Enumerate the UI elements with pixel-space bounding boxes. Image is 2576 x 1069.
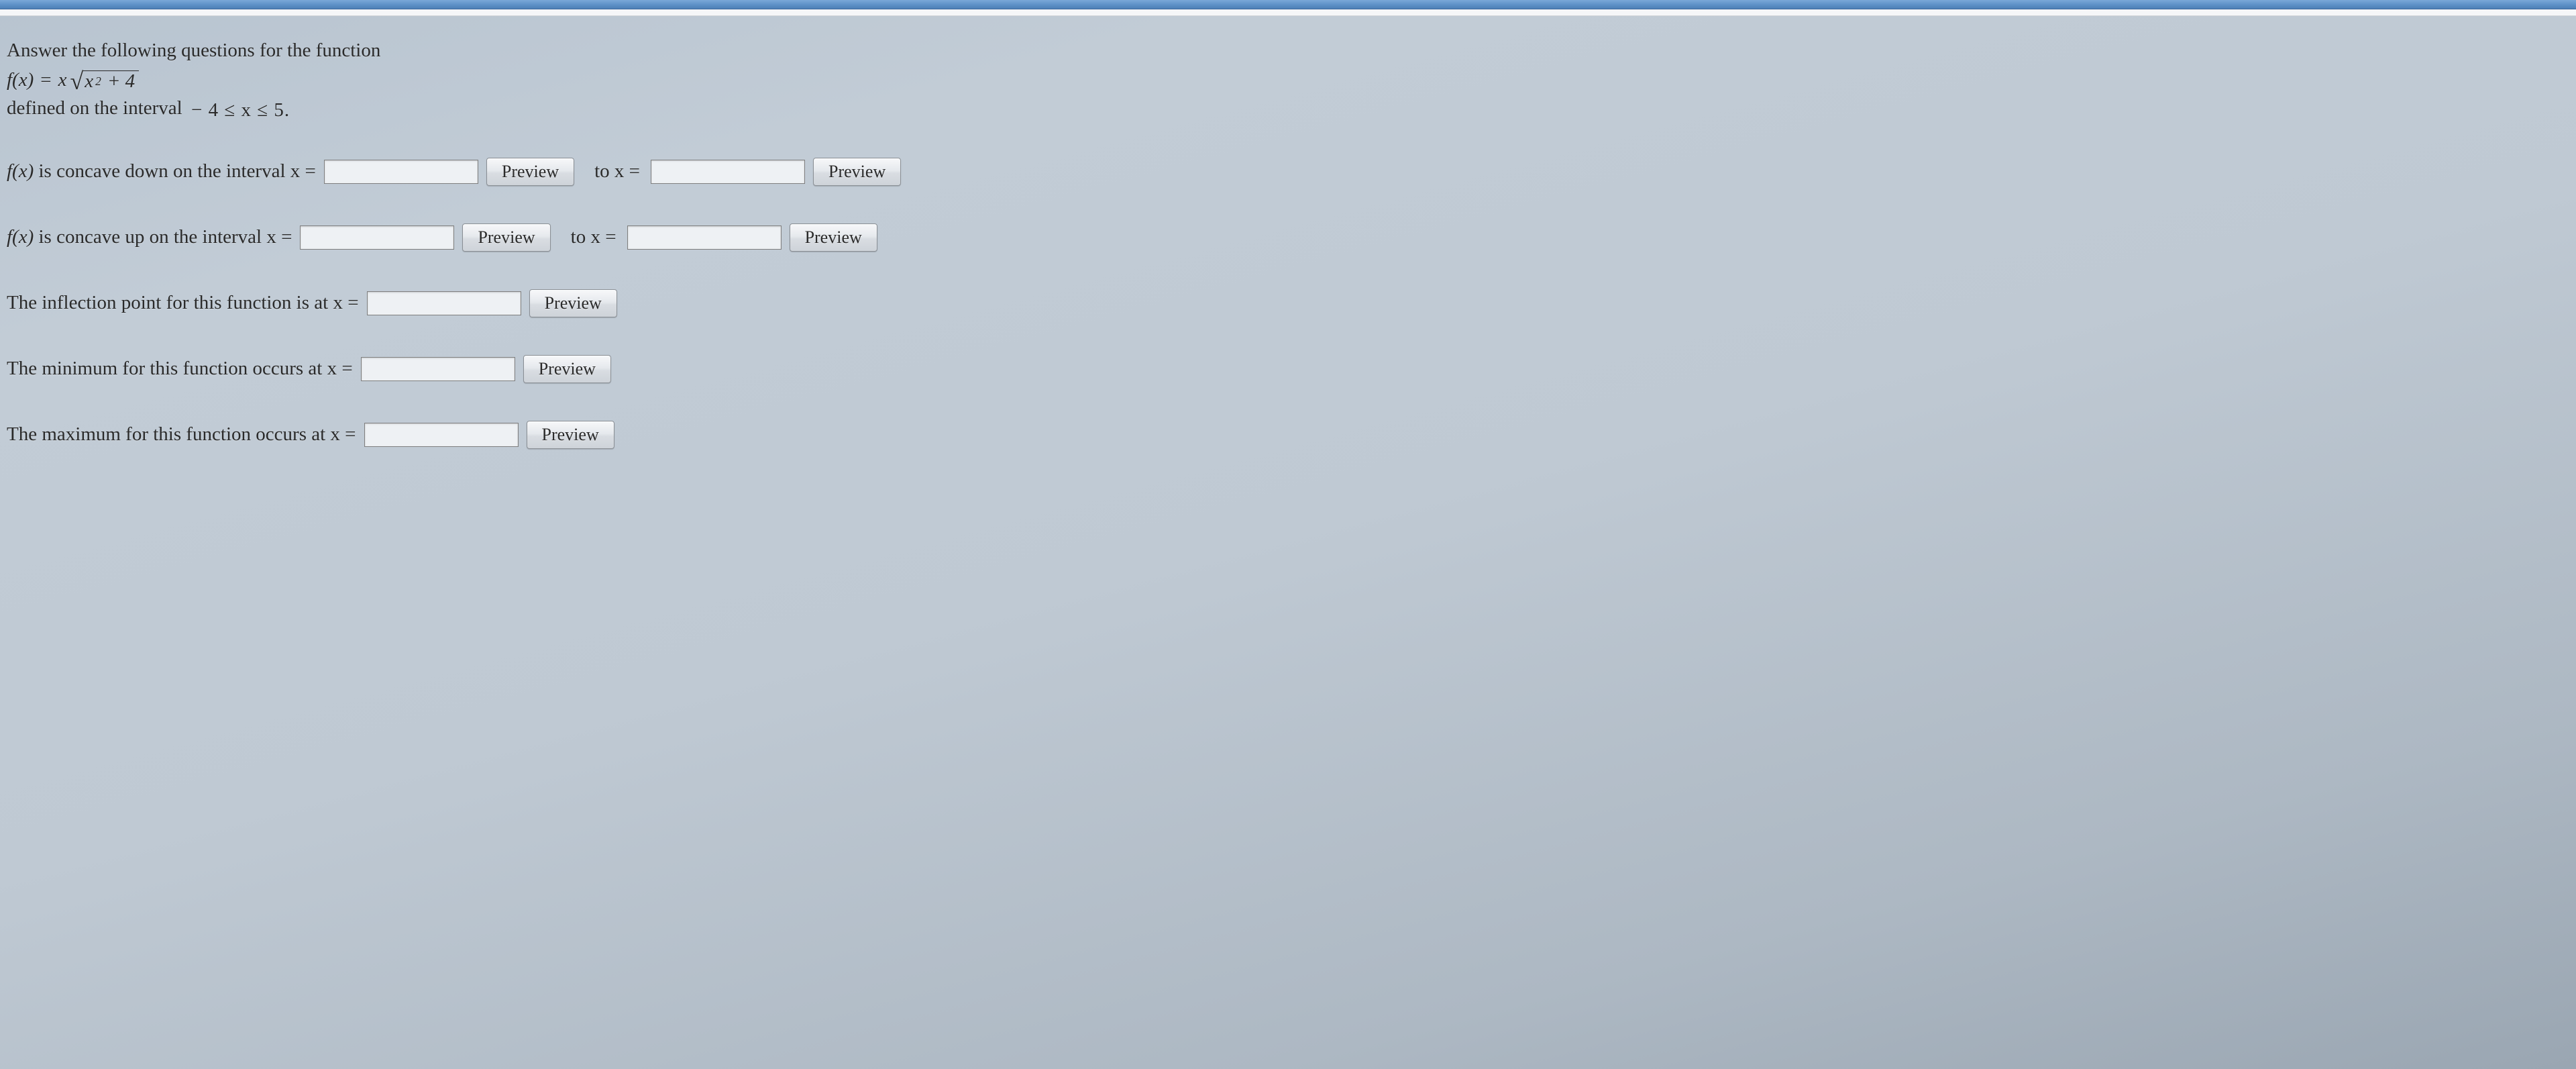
fx-label: f(x) [7,226,39,248]
maximum-label: The maximum for this function occurs at … [7,423,356,446]
preview-button[interactable]: Preview [813,158,901,186]
row-concave-down: f(x) is concave down on the interval x =… [7,158,2569,186]
row-concave-down-label: f(x) is concave down on the interval x = [7,160,316,183]
inflection-label: The inflection point for this function i… [7,292,359,314]
row-maximum: The maximum for this function occurs at … [7,421,2569,449]
concave-down-from-input[interactable] [324,160,478,184]
browser-divider [0,9,2576,16]
formula-sqrt: √ x2 + 4 [70,68,139,92]
inflection-input[interactable] [367,291,521,315]
intro-interval: − 4 ≤ x ≤ 5. [191,96,290,124]
radical-icon: √ [70,69,83,93]
radicand-x: x [85,71,93,91]
formula-equals: = [40,66,51,94]
minimum-label: The minimum for this function occurs at … [7,358,353,380]
intro-formula-line: f(x) = x √ x2 + 4 [7,64,2569,94]
concave-down-to-label: to x = [594,160,640,183]
question-intro: Answer the following questions for the f… [7,36,2569,124]
formula-expression: f(x) = x √ x2 + 4 [7,66,139,94]
preview-button[interactable]: Preview [527,421,614,449]
minimum-input[interactable] [361,357,515,381]
row-concave-up-label: f(x) is concave up on the interval x = [7,226,292,248]
row-minimum: The minimum for this function occurs at … [7,355,2569,383]
row-inflection: The inflection point for this function i… [7,289,2569,317]
interval-text: − 4 ≤ x ≤ 5. [191,96,290,124]
radicand-plus4: + 4 [107,71,135,91]
concave-up-text: is concave up on the interval x = [39,226,292,248]
preview-button[interactable]: Preview [529,289,617,317]
radicand: x2 + 4 [83,70,139,91]
intro-line-3: defined on the interval − 4 ≤ x ≤ 5. [7,94,2569,123]
fx-label: f(x) [7,160,39,182]
formula-f-of-x: f(x) [7,66,34,94]
concave-up-to-label: to x = [571,226,616,248]
preview-button[interactable]: Preview [462,223,550,252]
intro-line-1: Answer the following questions for the f… [7,36,2569,64]
preview-button[interactable]: Preview [523,355,611,383]
concave-up-to-input[interactable] [627,225,782,250]
intro-defined-text: defined on the interval [7,97,182,119]
question-content: Answer the following questions for the f… [0,16,2576,462]
browser-topbar [0,0,2576,9]
maximum-input[interactable] [364,423,519,447]
concave-down-text: is concave down on the interval x = [39,160,316,182]
row-concave-up: f(x) is concave up on the interval x = P… [7,223,2569,252]
formula-coef-x: x [58,66,67,94]
concave-up-from-input[interactable] [300,225,454,250]
preview-button[interactable]: Preview [486,158,574,186]
concave-down-to-input[interactable] [651,160,805,184]
preview-button[interactable]: Preview [790,223,877,252]
